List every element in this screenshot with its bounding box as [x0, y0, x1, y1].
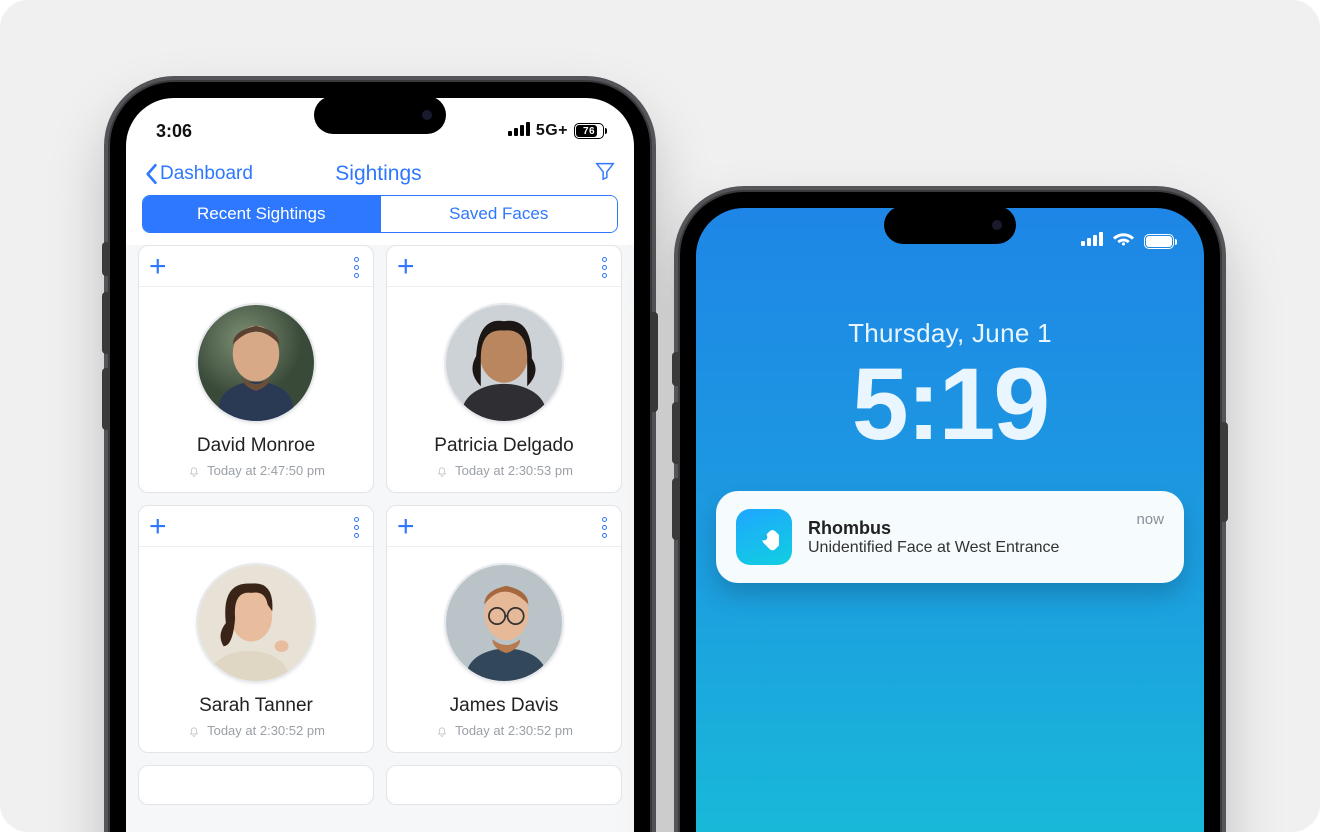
add-face-button[interactable]: + [149, 512, 167, 542]
cell-signal-icon [506, 122, 530, 141]
phone-switch [672, 352, 680, 386]
notification-time: now [1136, 511, 1164, 528]
chevron-left-icon [144, 163, 158, 185]
lockscreen-time: 5:19 [696, 353, 1204, 455]
person-name: Sarah Tanner [199, 695, 313, 717]
card-menu-button[interactable] [598, 513, 611, 542]
sighting-card[interactable] [386, 765, 622, 805]
status-bar [1079, 228, 1174, 254]
app-screen: 3:06 5G+ 76 Dashboard Sightings [126, 98, 634, 832]
sighting-card[interactable]: + [138, 245, 374, 493]
page-title: Sightings [163, 162, 594, 186]
person-photo [446, 305, 562, 421]
bell-icon [435, 724, 449, 738]
sighting-card[interactable]: + [386, 505, 622, 753]
lockscreen: Thursday, June 1 5:19 Rhombus Unidentifi… [696, 208, 1204, 832]
dynamic-island [314, 96, 446, 134]
sightings-grid: + [126, 245, 634, 805]
person-name: Patricia Delgado [434, 435, 573, 457]
phone-sightings: 3:06 5G+ 76 Dashboard Sightings [110, 82, 650, 832]
sighting-time: Today at 2:30:52 pm [187, 717, 325, 752]
statusbar-time: 3:06 [156, 121, 192, 142]
bell-icon [187, 724, 201, 738]
avatar [444, 303, 564, 423]
battery-percent: 76 [583, 126, 595, 137]
sighting-card[interactable] [138, 765, 374, 805]
app-icon [736, 509, 792, 565]
phone-switch [102, 242, 110, 276]
notification-app-name: Rhombus [808, 518, 1120, 539]
add-face-button[interactable]: + [397, 512, 415, 542]
card-menu-button[interactable] [350, 513, 363, 542]
sighting-time: Today at 2:47:50 pm [187, 457, 325, 492]
network-label: 5G+ [536, 122, 568, 140]
tab-saved-faces[interactable]: Saved Faces [380, 196, 618, 232]
person-name: James Davis [450, 695, 559, 717]
add-face-button[interactable]: + [397, 252, 415, 282]
battery-icon [1144, 234, 1174, 249]
power-button [1220, 422, 1228, 522]
bell-icon [435, 464, 449, 478]
battery-icon: 76 [574, 123, 604, 139]
sighting-card[interactable]: + Sarah Tanner [138, 505, 374, 753]
power-button [650, 312, 658, 412]
volume-down-button [672, 478, 680, 540]
volume-down-button [102, 368, 110, 430]
volume-up-button [672, 402, 680, 464]
rhombus-icon [749, 522, 779, 552]
notification-message: Unidentified Face at West Entrance [808, 539, 1120, 557]
avatar [444, 563, 564, 683]
filter-icon [594, 160, 616, 182]
nav-header: Dashboard Sightings [126, 156, 634, 195]
lockscreen-date: Thursday, June 1 [696, 318, 1204, 349]
person-photo [198, 565, 314, 681]
tab-recent-sightings[interactable]: Recent Sightings [143, 196, 380, 232]
person-photo [198, 305, 314, 421]
segmented-control: Recent Sightings Saved Faces [142, 195, 618, 233]
wifi-icon [1113, 228, 1134, 254]
avatar [196, 303, 316, 423]
phone-lockscreen: Thursday, June 1 5:19 Rhombus Unidentifi… [680, 192, 1220, 832]
card-menu-button[interactable] [598, 253, 611, 282]
card-menu-button[interactable] [350, 253, 363, 282]
sighting-card[interactable]: + Patricia Delgado [386, 245, 622, 493]
filter-button[interactable] [594, 160, 616, 187]
volume-up-button [102, 292, 110, 354]
bell-icon [187, 464, 201, 478]
notification-card[interactable]: Rhombus Unidentified Face at West Entran… [716, 491, 1184, 583]
person-photo [446, 565, 562, 681]
sighting-time: Today at 2:30:52 pm [435, 717, 573, 752]
sighting-time: Today at 2:30:53 pm [435, 457, 573, 492]
person-name: David Monroe [197, 435, 315, 457]
cell-signal-icon [1079, 232, 1103, 251]
dynamic-island [884, 206, 1016, 244]
avatar [196, 563, 316, 683]
add-face-button[interactable]: + [149, 252, 167, 282]
